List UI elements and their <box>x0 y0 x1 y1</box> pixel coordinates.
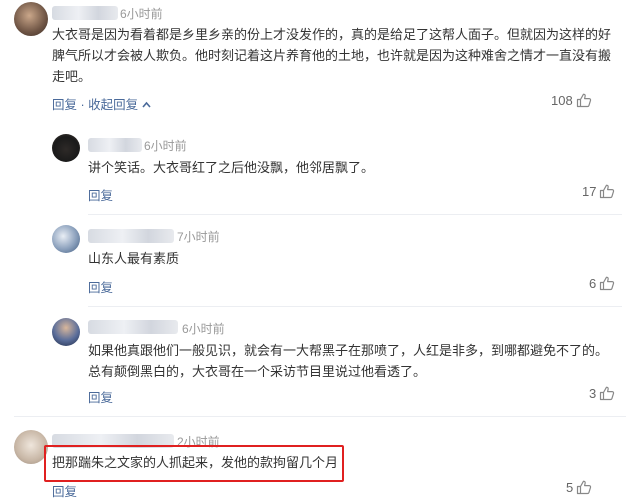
username-blurred[interactable] <box>88 229 174 243</box>
collapse-replies-button[interactable]: 收起回复 <box>88 98 151 112</box>
comment-text: 如果他真跟他们一般见识，就会有一大帮黑子在那喷了，人红是非多，到哪都避免不了的。… <box>88 343 609 379</box>
avatar[interactable] <box>52 134 80 162</box>
like-button[interactable]: 108 <box>551 93 592 108</box>
divider <box>88 306 622 307</box>
reply-button[interactable]: 回复 <box>88 391 113 405</box>
comment-actions: 回复 <box>88 185 113 204</box>
avatar[interactable] <box>52 318 80 346</box>
comment-actions: 回复 <box>52 481 77 500</box>
comment-text: 山东人最有素质 <box>88 251 180 266</box>
username-blurred[interactable] <box>88 320 178 334</box>
divider <box>88 214 622 215</box>
reply-button[interactable]: 回复 <box>88 281 113 295</box>
divider <box>14 416 626 417</box>
like-button[interactable]: 5 <box>566 480 592 495</box>
like-count: 17 <box>582 184 597 199</box>
separator: · <box>80 98 85 112</box>
thumbs-up-icon <box>576 93 592 108</box>
comment-text: 把那踹朱之文家的人抓起来，发他的款拘留几个月 <box>52 455 339 470</box>
comment-time: 7小时前 <box>177 230 220 244</box>
thumbs-up-icon <box>599 276 615 291</box>
avatar[interactable] <box>52 225 80 253</box>
comment-time: 6小时前 <box>120 7 163 21</box>
comment-text: 讲个笑话。大衣哥红了之后他没飘，他邻居飘了。 <box>88 160 375 175</box>
comment-actions: 回复 <box>88 277 113 296</box>
like-button[interactable]: 3 <box>589 386 615 401</box>
avatar[interactable] <box>14 2 48 36</box>
reply-button[interactable]: 回复 <box>52 98 77 112</box>
comment-actions: 回复 · 收起回复 <box>52 94 151 113</box>
thumbs-up-icon <box>576 480 592 495</box>
like-count: 108 <box>551 93 573 108</box>
comment-time: 6小时前 <box>144 139 187 153</box>
avatar[interactable] <box>14 430 48 464</box>
username-blurred[interactable] <box>52 6 118 20</box>
chevron-up-icon <box>138 98 151 112</box>
thumbs-up-icon <box>599 184 615 199</box>
like-button[interactable]: 17 <box>582 184 615 199</box>
thumbs-up-icon <box>599 386 615 401</box>
comment-actions: 回复 <box>88 387 113 406</box>
like-count: 5 <box>566 480 574 495</box>
reply-button[interactable]: 回复 <box>52 485 77 499</box>
username-blurred[interactable] <box>88 138 142 152</box>
like-count: 3 <box>589 386 597 401</box>
like-count: 6 <box>589 276 597 291</box>
reply-button[interactable]: 回复 <box>88 189 113 203</box>
comment-time: 6小时前 <box>182 322 225 336</box>
collapse-replies-label: 收起回复 <box>88 98 139 112</box>
like-button[interactable]: 6 <box>589 276 615 291</box>
comment-text: 大衣哥是因为看着都是乡里乡亲的份上才没发作的，真的是给足了这帮人面子。但就因为这… <box>52 27 612 84</box>
